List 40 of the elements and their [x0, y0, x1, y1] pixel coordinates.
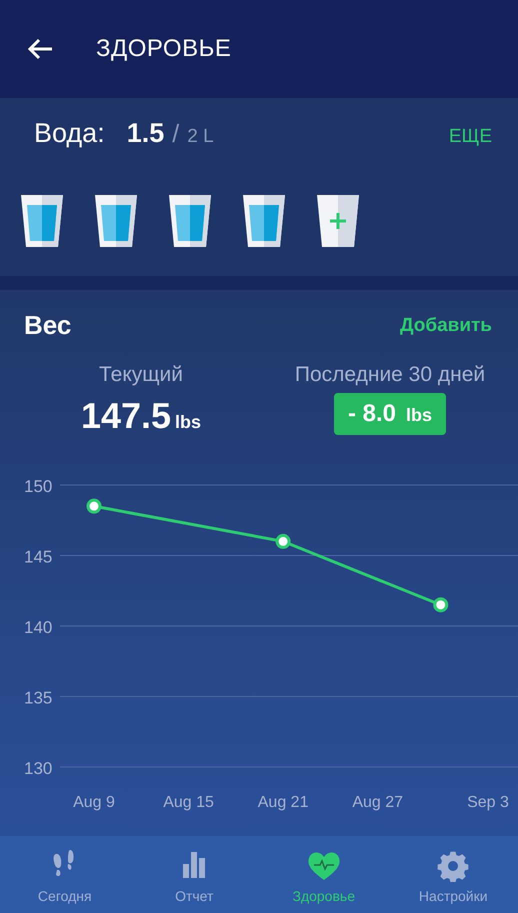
change-value: - 8.0	[348, 400, 396, 428]
nav-tab[interactable]: Отчет	[130, 836, 259, 913]
x-axis-label: Sep 3	[467, 794, 509, 811]
y-axis-label: 150	[24, 477, 52, 496]
page-title: ЗДОРОВЬЕ	[96, 35, 232, 63]
settings-icon	[436, 850, 470, 882]
nav-tab[interactable]: Сегодня	[0, 836, 130, 913]
water-glass-icon[interactable]	[94, 193, 138, 247]
y-axis-label: 135	[24, 688, 52, 708]
x-axis-label: Aug 9	[73, 794, 115, 811]
current-label: Текущий	[99, 363, 183, 387]
water-amount: 1.5	[126, 118, 164, 149]
water-glass-icon[interactable]	[20, 193, 64, 247]
back-arrow-icon	[26, 37, 54, 61]
water-glass-icon[interactable]	[168, 193, 212, 247]
nav-tab[interactable]: Здоровье	[259, 836, 388, 913]
y-axis-label: 145	[24, 548, 52, 566]
add-glass-icon[interactable]	[316, 193, 360, 247]
back-button[interactable]	[26, 37, 54, 61]
water-goal: 2 L	[187, 126, 214, 148]
x-axis-label: Aug 21	[258, 794, 308, 811]
nav-tab[interactable]: Настройки	[388, 836, 518, 913]
weight-title: Вес	[24, 310, 72, 341]
period-label: Последние 30 дней	[294, 363, 486, 387]
data-point[interactable]	[86, 498, 102, 514]
water-label: Вода:	[34, 118, 105, 149]
separator: /	[172, 120, 180, 149]
weight-unit: lbs	[175, 412, 202, 433]
water-glass-icon[interactable]	[242, 193, 286, 247]
change-unit: lbs	[406, 405, 432, 426]
more-button[interactable]: ЕЩЕ	[448, 126, 492, 148]
y-axis-label: 140	[24, 618, 52, 637]
data-point[interactable]	[433, 597, 448, 612]
x-axis-label: Aug 27	[352, 794, 404, 811]
current-weight: 147.5	[80, 395, 172, 437]
data-point[interactable]	[276, 534, 291, 549]
x-axis-label: Aug 15	[163, 794, 214, 811]
y-axis-label: 130	[24, 759, 52, 778]
heartbeat-icon	[306, 850, 341, 882]
add-button[interactable]: Добавить	[400, 314, 492, 336]
